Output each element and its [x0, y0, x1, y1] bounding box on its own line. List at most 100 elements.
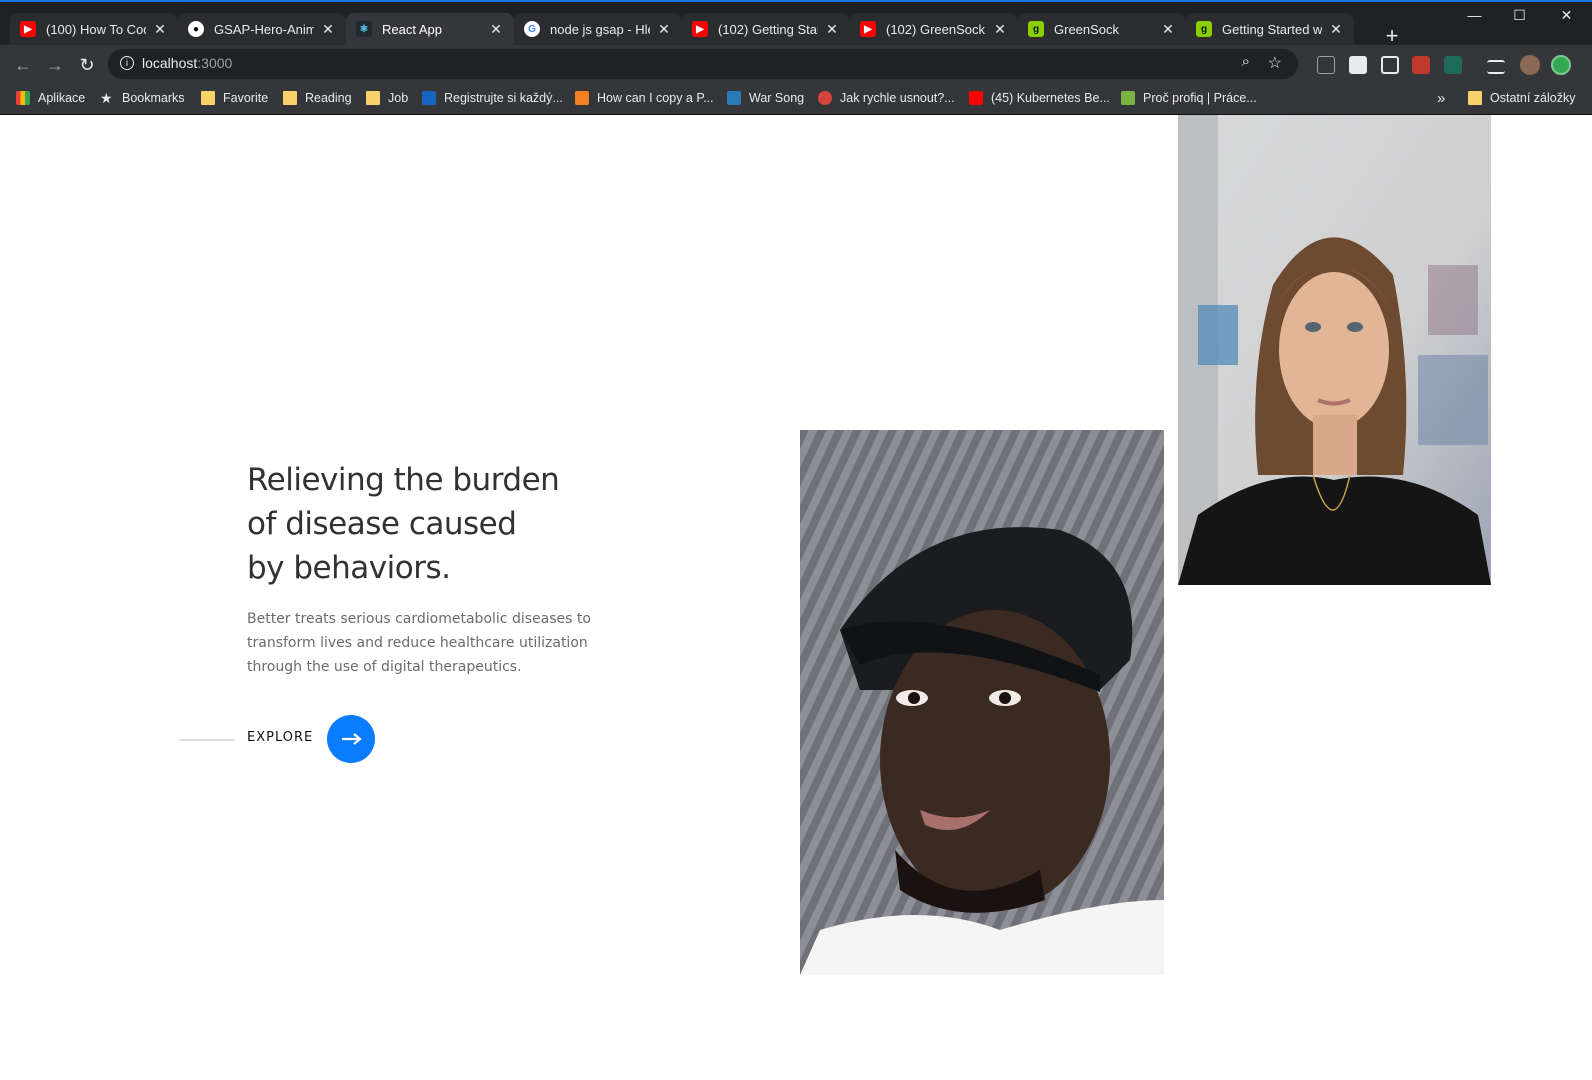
woman-portrait-illustration [1178, 115, 1491, 585]
bookmark-war-song[interactable]: War Song [727, 83, 804, 113]
close-icon[interactable]: ✕ [1328, 21, 1344, 38]
profile-avatar[interactable] [1520, 55, 1540, 75]
cz-icon [422, 91, 436, 105]
hero-paragraph: Better treats serious cardiometabolic di… [247, 607, 607, 679]
minimize-icon[interactable]: — [1452, 0, 1497, 32]
arrow-right-icon [342, 733, 362, 745]
tab-react-app[interactable]: ⚛ React App ✕ [346, 13, 514, 45]
close-icon[interactable]: ✕ [824, 21, 840, 38]
bookmark-label: Bookmarks [122, 91, 185, 105]
site-info-icon[interactable]: i [120, 56, 134, 70]
reload-icon[interactable]: ↻ [74, 52, 100, 78]
maximize-icon[interactable]: ☐ [1497, 0, 1542, 32]
address-bar[interactable]: i localhost:3000 ⌕ ☆ [108, 49, 1298, 79]
star-icon: ★ [100, 90, 113, 106]
close-icon[interactable]: ✕ [992, 21, 1008, 38]
bookmark-label: (45) Kubernetes Be... [991, 91, 1110, 105]
youtube-icon: ▶ [860, 21, 876, 37]
explore-divider-line [179, 739, 235, 741]
bookmark-label: Jak rychle usnout?... [840, 91, 955, 105]
url-text[interactable]: localhost:3000 [142, 55, 232, 71]
bookmark-label: War Song [749, 91, 805, 105]
folder-icon [1468, 91, 1482, 105]
window-top-accent [0, 0, 1592, 2]
browser-chrome: ▶ (100) How To Code ✕ ● GSAP-Hero-Animat… [0, 0, 1592, 115]
tab-gsap-hero[interactable]: ● GSAP-Hero-Animati ✕ [178, 13, 346, 45]
google-icon: G [524, 21, 540, 37]
close-icon[interactable]: ✕ [656, 21, 672, 38]
youtube-icon [969, 91, 983, 105]
tab-node-gsap[interactable]: G node js gsap - Hled ✕ [514, 13, 682, 45]
hero-headline: Relieving the burden of disease caused b… [247, 458, 667, 590]
tab-strip: ▶ (100) How To Code ✕ ● GSAP-Hero-Animat… [0, 10, 1592, 48]
close-icon[interactable]: ✕ [488, 21, 504, 38]
paragraph-line: transform lives and reduce healthcare ut… [247, 635, 588, 651]
bookmark-label: Proč profiq | Práce... [1143, 91, 1257, 105]
tab-greensocklearning[interactable]: ▶ (102) GreenSockLea ✕ [850, 13, 1018, 45]
tab-title: (102) GreenSockLea [886, 21, 986, 37]
bookmark-job[interactable]: Job [366, 83, 408, 113]
forward-arrow-icon[interactable]: → [42, 52, 68, 78]
tab-getting-started[interactable]: ▶ (102) Getting Starte ✕ [682, 13, 850, 45]
extension-window-icon[interactable] [1381, 56, 1399, 74]
bookmark-label: Registrujte si každý... [444, 91, 563, 105]
react-icon: ⚛ [356, 21, 372, 37]
extension-red-icon[interactable] [1412, 56, 1430, 74]
navigation-toolbar: ← → ↻ i localhost:3000 ⌕ ☆ [0, 45, 1592, 83]
extension-grid-icon[interactable] [1317, 56, 1335, 74]
close-icon[interactable]: ✕ [1160, 21, 1176, 38]
reading-list-icon[interactable] [1487, 60, 1505, 74]
tab-how-to-code[interactable]: ▶ (100) How To Code ✕ [10, 13, 178, 45]
greensock-icon: g [1028, 21, 1044, 37]
explore-cta[interactable]: EXPLORE [179, 715, 399, 763]
github-icon: ● [188, 21, 204, 37]
bookmark-aplikace[interactable]: Aplikace [16, 83, 85, 113]
bookmark-how-can-i-copy[interactable]: How can I copy a P... [575, 83, 714, 113]
tab-title: (102) Getting Starte [718, 21, 818, 37]
explore-label[interactable]: EXPLORE [247, 730, 313, 745]
bookmark-label: Reading [305, 91, 352, 105]
url-port: :3000 [197, 55, 233, 71]
close-icon[interactable]: ✕ [152, 21, 168, 38]
explore-arrow-button[interactable] [327, 715, 375, 763]
tab-getting-started-with[interactable]: g Getting Started with ✕ [1186, 13, 1354, 45]
man-portrait-image [800, 430, 1164, 975]
extension-send-icon[interactable] [1349, 56, 1367, 74]
bookmark-registrujte[interactable]: Registrujte si každý... [422, 83, 563, 113]
close-icon[interactable]: ✕ [320, 21, 336, 38]
url-host: localhost [142, 55, 198, 71]
tab-title: React App [382, 21, 442, 37]
zoom-icon[interactable]: ⌕ [1242, 53, 1250, 70]
tab-greensock[interactable]: g GreenSock ✕ [1018, 13, 1186, 45]
flower-icon [818, 91, 832, 105]
youtube-icon: ▶ [20, 21, 36, 37]
tab-title: Getting Started with [1222, 21, 1322, 37]
headline-line: Relieving the burden [247, 462, 560, 498]
man-portrait-illustration [800, 430, 1164, 975]
k-icon [727, 91, 741, 105]
bookmark-star-icon[interactable]: ☆ [1268, 53, 1282, 73]
tab-title: GreenSock [1054, 21, 1120, 37]
tab-title: (100) How To Code [46, 21, 146, 37]
window-close-icon[interactable]: ✕ [1544, 0, 1589, 32]
bookmark-bookmarks[interactable]: ★ Bookmarks [100, 83, 185, 113]
bookmark-favorite[interactable]: Favorite [201, 83, 268, 113]
folder-icon [201, 91, 215, 105]
bookmark-label: Favorite [223, 91, 269, 105]
sv-icon [1121, 91, 1135, 105]
bookmarks-more-button[interactable]: » [1437, 83, 1445, 113]
bookmark-other[interactable]: Ostatní záložky [1468, 83, 1575, 113]
headline-line: by behaviors. [247, 550, 451, 586]
bookmark-proc-profiq[interactable]: Proč profiq | Práce... [1121, 83, 1257, 113]
back-arrow-icon[interactable]: ← [10, 52, 36, 78]
bookmark-jak-rychle[interactable]: Jak rychle usnout?... [818, 83, 955, 113]
apps-grid-icon [16, 91, 30, 105]
bookmark-reading[interactable]: Reading [283, 83, 352, 113]
woman-portrait-image [1178, 115, 1491, 585]
update-icon[interactable] [1551, 55, 1571, 75]
extension-s-icon[interactable] [1444, 56, 1462, 74]
bookmark-label: Job [388, 91, 409, 105]
youtube-icon: ▶ [692, 21, 708, 37]
bookmark-kubernetes[interactable]: (45) Kubernetes Be... [969, 83, 1110, 113]
tab-title: node js gsap - Hled [550, 21, 650, 37]
